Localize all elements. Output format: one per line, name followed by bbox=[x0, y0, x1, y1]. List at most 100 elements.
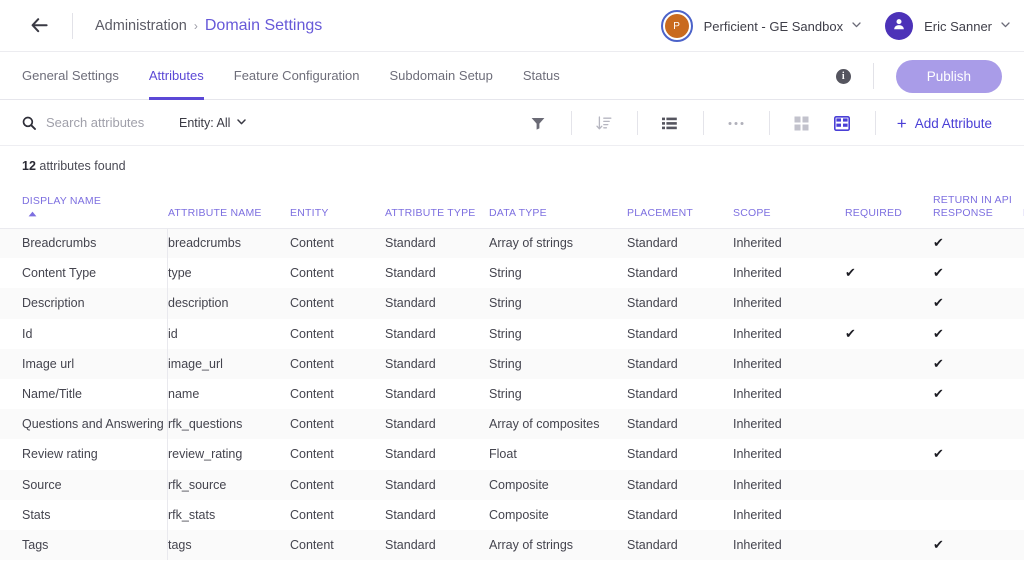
column-header-data-type[interactable]: DATA TYPE bbox=[489, 184, 627, 229]
tab-bar: General Settings Attributes Feature Conf… bbox=[0, 52, 1024, 100]
column-header-placement[interactable]: PLACEMENT bbox=[627, 184, 733, 229]
tab-list: General Settings Attributes Feature Conf… bbox=[22, 52, 590, 100]
cell-attribute-type: Standard bbox=[385, 288, 489, 319]
cell-data-type: Array of composites bbox=[489, 409, 627, 440]
attributes-table-container[interactable]: DISPLAY NAME ATTRIBUTE NAME ENTITY ATTRI… bbox=[0, 184, 1024, 561]
search-box[interactable] bbox=[22, 115, 172, 130]
cell-entity: Content bbox=[290, 228, 385, 259]
column-header-attribute-name[interactable]: ATTRIBUTE NAME bbox=[168, 184, 290, 229]
breadcrumb-domain-settings[interactable]: Domain Settings bbox=[205, 17, 322, 35]
table-body: Breadcrumbs breadcrumbs Content Standard Arr… bbox=[0, 228, 1024, 561]
arrow-left-icon bbox=[31, 18, 48, 33]
table-row[interactable]: Source rfk_source Content Standard Composite… bbox=[0, 469, 1024, 500]
column-label: ATTRIBUTE TYPE bbox=[385, 206, 476, 219]
entity-filter-dropdown[interactable]: Entity: All bbox=[179, 115, 247, 130]
cell-return-in-api bbox=[933, 499, 1023, 530]
back-button[interactable] bbox=[24, 11, 54, 41]
column-header-attribute-type[interactable]: ATTRIBUTE TYPE bbox=[385, 184, 489, 229]
topbar-right-group: P Perficient - GE Sandbox Eric Sanner bbox=[660, 0, 1010, 52]
cell-attribute-name: type bbox=[168, 258, 290, 289]
add-attribute-button[interactable]: + Add Attribute bbox=[897, 115, 1002, 132]
column-header-return-in-api-response[interactable]: RETURN IN API RESPONSE bbox=[933, 184, 1023, 229]
table-row[interactable]: Review rating review_rating Content Standar… bbox=[0, 439, 1024, 470]
table-row[interactable]: Description description Content Standard Str… bbox=[0, 288, 1024, 319]
cell-placement: Standard bbox=[627, 318, 733, 349]
list-view-group bbox=[636, 100, 703, 146]
tab-feature-configuration[interactable]: Feature Configuration bbox=[234, 52, 360, 100]
cell-placement: Standard bbox=[627, 378, 733, 410]
cell-scope: Inherited bbox=[733, 378, 845, 410]
cell-return-in-api: ✔ bbox=[933, 529, 1023, 561]
cell-data-type: Float bbox=[489, 439, 627, 470]
entity-filter-label: Entity: All bbox=[179, 115, 231, 130]
column-header-required[interactable]: REQUIRED bbox=[845, 184, 933, 229]
cell-scope: Inherited bbox=[733, 228, 845, 259]
list-view-icon[interactable] bbox=[659, 112, 681, 134]
table-view-icon[interactable] bbox=[831, 112, 853, 134]
cell-entity: Content bbox=[290, 439, 385, 470]
table-row[interactable]: Tags tags Content Standard Array of strings S… bbox=[0, 529, 1024, 561]
cell-entity: Content bbox=[290, 469, 385, 500]
grid-view-icon[interactable] bbox=[791, 112, 813, 134]
plus-icon: + bbox=[896, 113, 907, 133]
publish-button[interactable]: Publish bbox=[895, 59, 1002, 93]
view-toggle-group bbox=[768, 100, 875, 146]
table-row[interactable]: Breadcrumbs breadcrumbs Content Standard Arr… bbox=[0, 228, 1024, 259]
cell-entity: Content bbox=[290, 529, 385, 561]
sort-group bbox=[570, 100, 637, 146]
tab-bar-actions: i Publish bbox=[835, 52, 1002, 100]
cell-placement: Standard bbox=[627, 409, 733, 440]
cell-scope: Inherited bbox=[733, 288, 845, 319]
user-name-label: Eric Sanner bbox=[924, 18, 992, 34]
filter-icon[interactable] bbox=[527, 112, 549, 134]
sort-ascending-icon bbox=[28, 209, 37, 219]
add-attribute-label: Add Attribute bbox=[914, 115, 992, 131]
cell-attribute-name: image_url bbox=[168, 348, 290, 379]
breadcrumb: Administration › Domain Settings bbox=[95, 17, 322, 35]
cell-display-name: Image url bbox=[0, 348, 168, 379]
table-row[interactable]: Image url image_url Content Standard String S… bbox=[0, 348, 1024, 379]
org-switcher[interactable]: P Perficient - GE Sandbox bbox=[660, 10, 861, 42]
user-avatar bbox=[885, 12, 914, 40]
cell-placement: Standard bbox=[627, 228, 733, 259]
cell-return-in-api: ✔ bbox=[933, 378, 1023, 410]
cell-attribute-type: Standard bbox=[385, 318, 489, 349]
cell-data-type: String bbox=[489, 318, 627, 349]
attribute-count-number: 12 bbox=[22, 159, 36, 173]
cell-attribute-name: id bbox=[168, 318, 290, 349]
column-header-entity[interactable]: ENTITY bbox=[290, 184, 385, 229]
check-icon: ✔ bbox=[933, 295, 944, 311]
more-options-group bbox=[702, 100, 769, 146]
tab-general-settings[interactable]: General Settings bbox=[22, 52, 119, 100]
filter-group bbox=[505, 100, 571, 146]
cell-required bbox=[845, 409, 933, 440]
toolbar-actions: + Add Attribute bbox=[505, 100, 1024, 146]
tab-status[interactable]: Status bbox=[523, 52, 560, 100]
table-row[interactable]: Questions and Answering rfk_questions Cont… bbox=[0, 409, 1024, 440]
table-row[interactable]: Stats rfk_stats Content Standard Composite St… bbox=[0, 499, 1024, 530]
cell-placement: Standard bbox=[627, 258, 733, 289]
tab-attributes[interactable]: Attributes bbox=[148, 52, 204, 100]
cell-required bbox=[845, 288, 933, 319]
cell-attribute-name: rfk_source bbox=[168, 469, 290, 500]
tab-subdomain-setup[interactable]: Subdomain Setup bbox=[390, 52, 493, 100]
cell-attribute-type: Standard bbox=[385, 469, 489, 500]
table-row[interactable]: Id id Content Standard String Standard Inherit… bbox=[0, 318, 1024, 349]
table-row[interactable]: Content Type type Content Standard String Sta… bbox=[0, 258, 1024, 289]
user-menu[interactable]: Eric Sanner bbox=[885, 12, 1010, 40]
cell-data-type: String bbox=[489, 348, 627, 379]
cell-required bbox=[845, 499, 933, 530]
column-header-scope[interactable]: SCOPE bbox=[733, 184, 845, 229]
column-header-display-name[interactable]: DISPLAY NAME bbox=[0, 184, 168, 229]
tab-label: Feature Configuration bbox=[233, 68, 360, 83]
search-input[interactable] bbox=[46, 115, 164, 130]
info-icon[interactable]: i bbox=[835, 68, 851, 84]
sort-icon[interactable] bbox=[593, 112, 615, 134]
cell-data-type: String bbox=[489, 288, 627, 319]
cell-display-name: Name/Title bbox=[0, 378, 168, 410]
breadcrumb-administration[interactable]: Administration bbox=[95, 18, 187, 34]
table-row[interactable]: Name/Title name Content Standard String Stand… bbox=[0, 378, 1024, 410]
check-icon: ✔ bbox=[933, 265, 944, 281]
cell-data-type: String bbox=[489, 378, 627, 410]
more-options-icon[interactable] bbox=[725, 112, 747, 134]
